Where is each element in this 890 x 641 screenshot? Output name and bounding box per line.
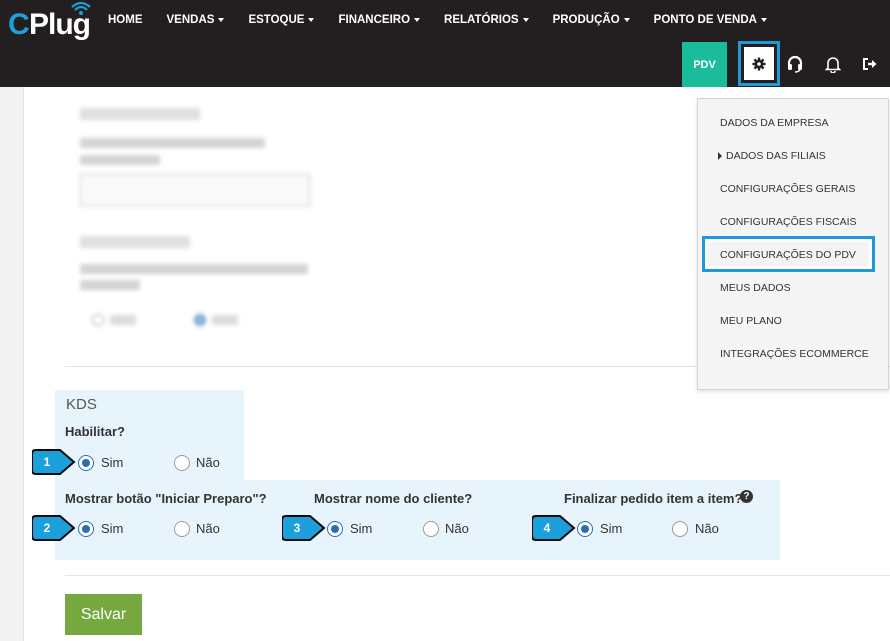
cplug-logo[interactable]: C Plug — [8, 1, 92, 42]
habilitar-label: Habilitar? — [65, 424, 125, 439]
caret-down-icon — [522, 17, 529, 22]
dropdown-item-configuracoes-gerais[interactable]: CONFIGURAÇÕES GERAIS — [720, 183, 855, 195]
dropdown-item-meus-dados[interactable]: MEUS DADOS — [720, 282, 791, 294]
callout-marker-2: 2 — [32, 514, 76, 542]
callout-marker-1: 1 — [32, 448, 76, 476]
iniciar-preparo-sim-label[interactable]: Sim — [101, 521, 123, 536]
menu-home[interactable]: HOME — [96, 14, 155, 26]
nome-cliente-sim-label[interactable]: Sim — [350, 521, 372, 536]
habilitar-nao-label[interactable]: Não — [196, 455, 220, 470]
nome-cliente-label: Mostrar nome do cliente? — [314, 491, 473, 506]
habilitar-sim-label[interactable]: Sim — [101, 455, 123, 470]
callout-marker-3: 3 — [282, 514, 326, 542]
menu-ponto-de-venda[interactable]: PONTO DE VENDA — [642, 14, 779, 26]
finalizar-item-sim-radio[interactable] — [577, 521, 593, 537]
menu-financeiro[interactable]: FINANCEIRO — [326, 14, 432, 26]
iniciar-preparo-sim-radio[interactable] — [78, 521, 94, 537]
dropdown-item-dados-filiais[interactable]: DADOS DAS FILIAIS — [718, 150, 826, 162]
dropdown-item-configuracoes-pdv[interactable]: CONFIGURAÇÕES DO PDV — [720, 249, 856, 261]
menu-vendas[interactable]: VENDAS — [155, 14, 237, 26]
main-menu: HOME VENDAS ESTOQUE FINANCEIRO RELATÓRIO… — [96, 0, 779, 40]
habilitar-nao-radio[interactable] — [174, 455, 190, 471]
dropdown-item-integracoes-ecommerce[interactable]: INTEGRAÇÕES ECOMMERCE — [720, 348, 869, 360]
iniciar-preparo-nao-radio[interactable] — [174, 521, 190, 537]
save-button[interactable]: Salvar — [65, 594, 142, 635]
menu-estoque[interactable]: ESTOQUE — [236, 14, 326, 26]
help-icon[interactable]: ? — [740, 490, 753, 503]
callout-marker-4: 4 — [532, 514, 576, 542]
left-sidebar-edge — [0, 87, 24, 641]
support-headset-icon[interactable] — [785, 54, 805, 74]
bell-icon[interactable] — [823, 54, 843, 74]
gear-icon — [752, 56, 766, 71]
pdv-button[interactable]: PDV — [682, 42, 727, 87]
menu-producao[interactable]: PRODUÇÃO — [541, 14, 642, 26]
dropdown-item-meu-plano[interactable]: MEU PLANO — [720, 315, 782, 327]
menu-relatorios[interactable]: RELATÓRIOS — [432, 14, 541, 26]
caret-right-icon — [718, 152, 722, 160]
top-navbar: C Plug HOME VENDAS ESTOQUE FINANCEIRO RE… — [0, 0, 890, 87]
dropdown-item-dados-empresa[interactable]: DADOS DA EMPRESA — [720, 117, 829, 129]
finalizar-item-sim-label[interactable]: Sim — [600, 521, 622, 536]
wifi-icon — [71, 1, 91, 15]
nome-cliente-sim-radio[interactable] — [327, 521, 343, 537]
caret-down-icon — [760, 17, 767, 22]
caret-down-icon — [414, 17, 421, 22]
dropdown-item-configuracoes-fiscais[interactable]: CONFIGURAÇÕES FISCAIS — [720, 216, 857, 228]
caret-down-icon — [308, 17, 315, 22]
habilitar-sim-radio[interactable] — [78, 455, 94, 471]
finalizar-item-label: Finalizar pedido item a item? — [564, 491, 743, 506]
blurred-previous-section — [70, 98, 370, 338]
nome-cliente-nao-radio[interactable] — [423, 521, 439, 537]
nome-cliente-nao-label[interactable]: Não — [445, 521, 469, 536]
kds-section-title: KDS — [66, 396, 97, 413]
settings-button[interactable] — [738, 41, 780, 86]
logo-c: C — [8, 8, 30, 41]
botao-iniciar-preparo-label: Mostrar botão "Iniciar Preparo"? — [65, 491, 267, 506]
caret-down-icon — [623, 17, 630, 22]
finalizar-item-nao-radio[interactable] — [672, 521, 688, 537]
caret-down-icon — [218, 17, 225, 22]
finalizar-item-nao-label[interactable]: Não — [695, 521, 719, 536]
iniciar-preparo-nao-label[interactable]: Não — [196, 521, 220, 536]
logout-icon[interactable] — [860, 54, 880, 74]
section-divider-bottom — [65, 575, 890, 576]
